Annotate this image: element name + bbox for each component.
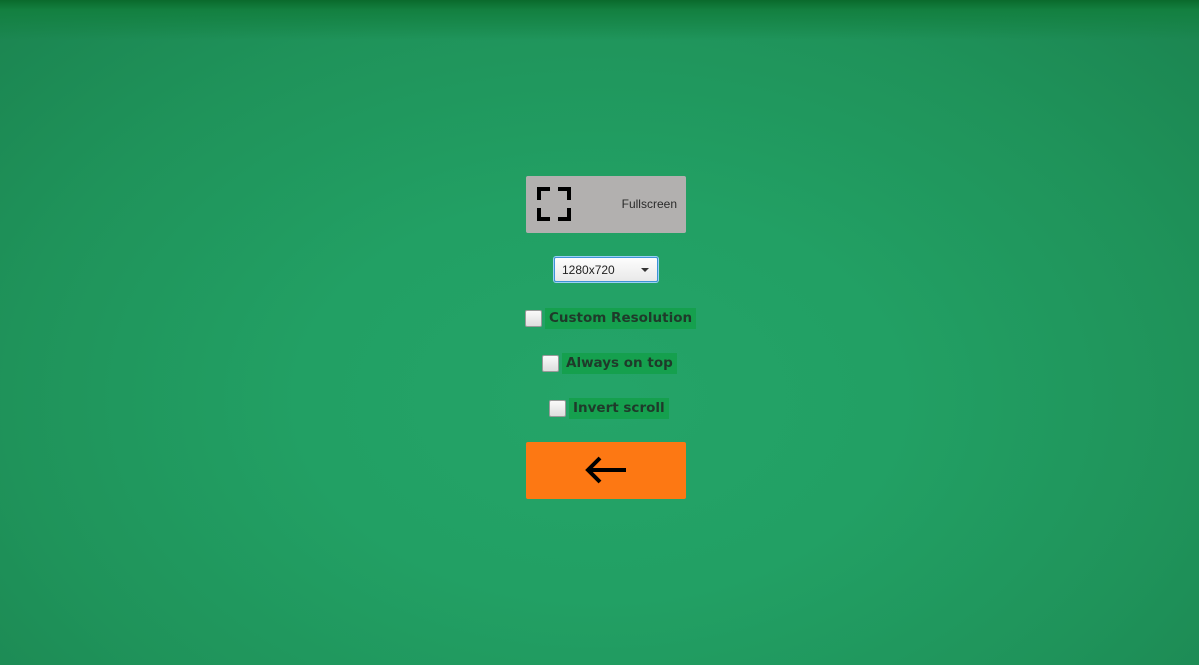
custom-resolution-option[interactable]: Custom Resolution [525, 306, 697, 330]
resolution-value: 1280x720 [562, 263, 615, 277]
resolution-select[interactable]: 1280x720 [554, 257, 658, 282]
fullscreen-button[interactable]: Fullscreen [526, 176, 686, 233]
always-on-top-label[interactable]: Always on top [562, 352, 677, 374]
back-button[interactable] [526, 442, 686, 499]
fullscreen-icon [537, 187, 571, 221]
top-shade [0, 0, 1199, 40]
always-on-top-option[interactable]: Always on top [542, 351, 677, 375]
arrow-left-icon [585, 456, 626, 484]
chevron-down-icon[interactable] [641, 268, 649, 272]
custom-resolution-checkbox[interactable] [525, 309, 542, 327]
always-on-top-checkbox[interactable] [542, 354, 559, 372]
custom-resolution-label[interactable]: Custom Resolution [545, 307, 697, 329]
invert-scroll-option[interactable]: Invert scroll [549, 396, 669, 420]
invert-scroll-checkbox[interactable] [549, 399, 566, 417]
invert-scroll-label[interactable]: Invert scroll [569, 397, 669, 419]
fullscreen-label: Fullscreen [621, 197, 677, 211]
